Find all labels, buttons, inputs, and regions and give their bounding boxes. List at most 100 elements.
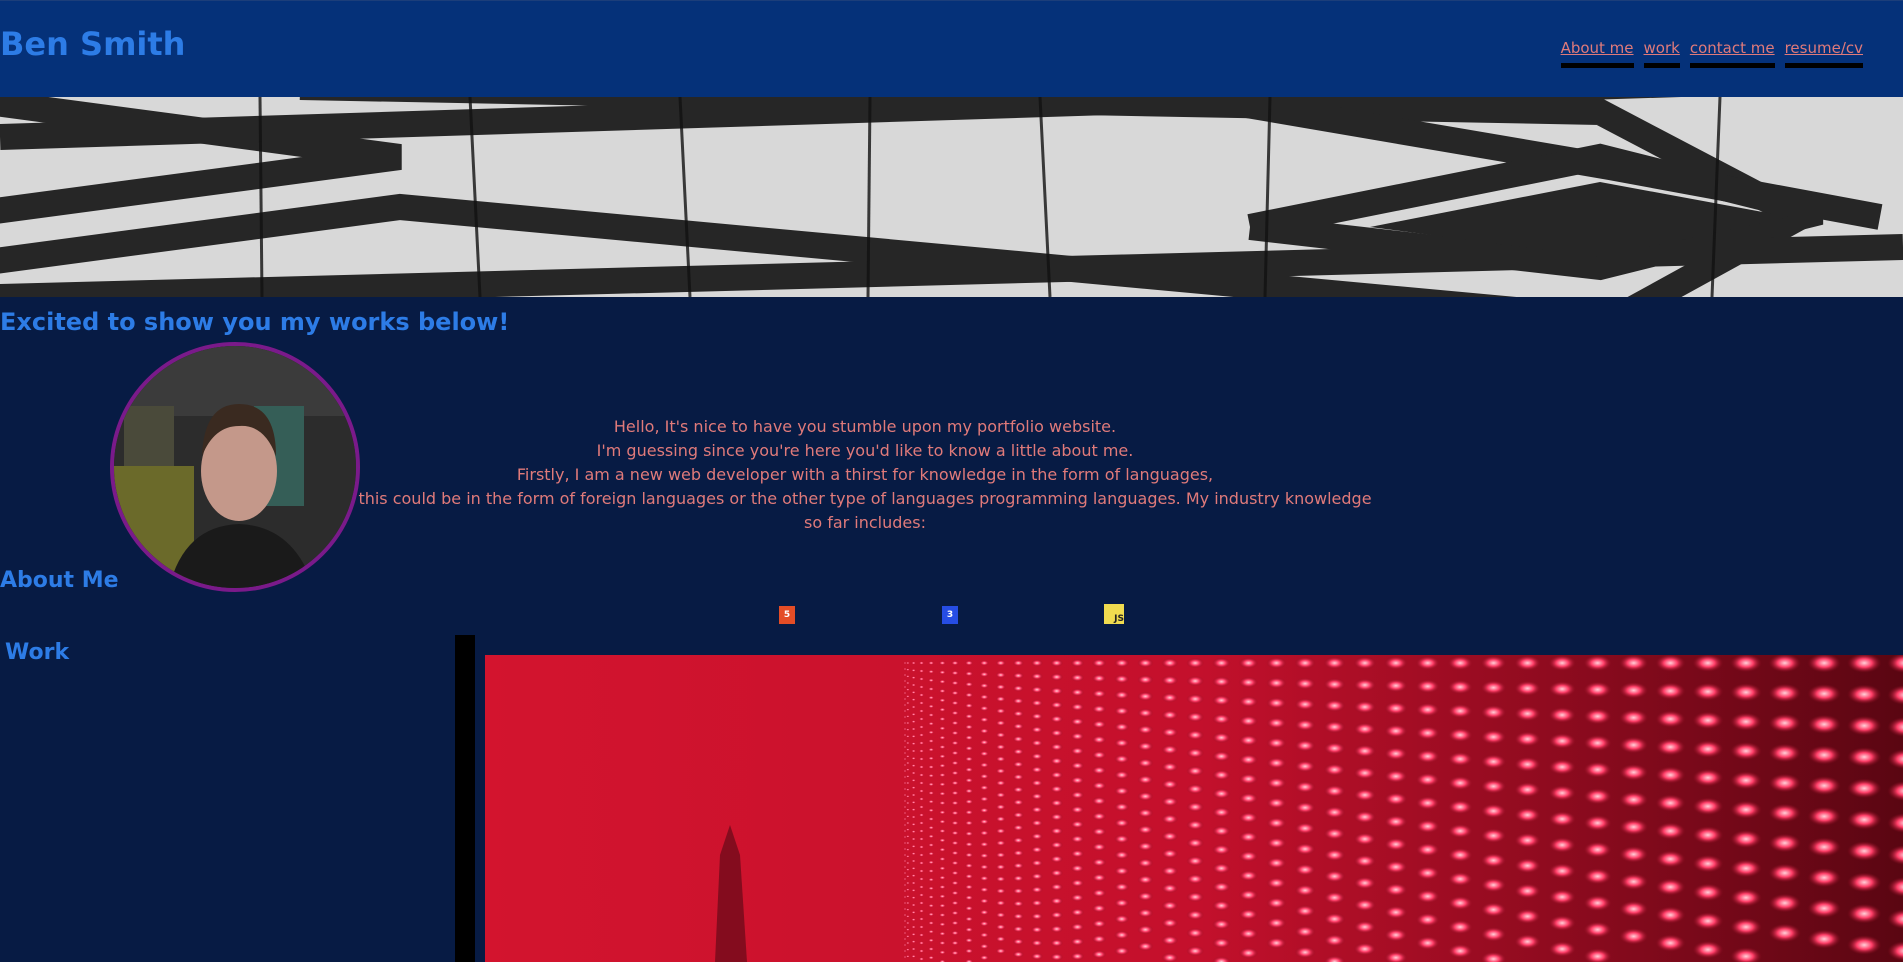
led-dot xyxy=(938,791,946,796)
led-dot xyxy=(1238,870,1259,882)
led-dot xyxy=(905,681,910,685)
led-dot xyxy=(911,668,916,672)
led-dot xyxy=(903,740,907,742)
led-dot xyxy=(964,788,974,794)
led-dot xyxy=(1030,766,1043,774)
led-dot xyxy=(1238,754,1259,766)
led-dot xyxy=(938,819,946,824)
led-dot xyxy=(938,903,946,908)
led-dot xyxy=(1480,729,1507,745)
led-dot xyxy=(1114,818,1130,828)
led-dot xyxy=(995,803,1006,811)
led-dot xyxy=(918,893,925,897)
led-dot xyxy=(964,735,974,741)
led-dot xyxy=(928,730,935,735)
led-dot xyxy=(1050,827,1064,835)
led-dot xyxy=(938,922,946,927)
work-project-image[interactable] xyxy=(485,655,1903,962)
led-dot xyxy=(1012,710,1024,717)
led-dot xyxy=(1548,941,1576,957)
led-dot xyxy=(938,670,946,675)
led-dot xyxy=(1583,868,1612,885)
led-dot xyxy=(1384,678,1408,693)
led-dot xyxy=(1692,940,1724,959)
led-dot xyxy=(1114,658,1130,668)
led-dot xyxy=(1692,883,1724,902)
led-dot xyxy=(1012,799,1024,806)
led-dot xyxy=(964,809,974,815)
led-dot xyxy=(928,747,935,752)
led-dot xyxy=(1091,812,1107,821)
led-dot xyxy=(905,728,910,731)
led-dot xyxy=(995,899,1006,907)
led-dot xyxy=(951,890,960,896)
led-dot xyxy=(903,884,907,886)
led-dot xyxy=(1323,656,1346,670)
led-dot xyxy=(1012,951,1024,958)
led-dot xyxy=(928,929,935,934)
led-dot xyxy=(903,710,907,712)
led-dot xyxy=(979,728,990,734)
led-dot xyxy=(1548,655,1576,671)
led-dot xyxy=(938,660,946,666)
led-dot xyxy=(1030,672,1043,680)
led-dot xyxy=(1030,832,1043,840)
led-dot xyxy=(979,909,990,916)
led-dot xyxy=(911,947,916,951)
nav-link-resume[interactable]: resume/cv xyxy=(1784,39,1863,68)
nav-link-contact[interactable]: contact me xyxy=(1689,39,1775,68)
led-dot xyxy=(911,896,916,900)
led-dot xyxy=(1692,682,1724,701)
led-dot xyxy=(1050,883,1064,891)
led-dot xyxy=(1655,878,1686,896)
led-dot xyxy=(918,877,925,881)
led-dot xyxy=(951,820,960,826)
led-dot xyxy=(1807,929,1841,949)
led-dot xyxy=(995,887,1006,895)
nav-link-work[interactable]: work xyxy=(1643,39,1680,68)
led-dot xyxy=(979,671,990,678)
led-dot xyxy=(905,828,910,831)
led-dot xyxy=(1323,848,1346,862)
led-dot xyxy=(1161,762,1179,772)
led-dot xyxy=(964,799,974,805)
led-dot xyxy=(938,847,946,852)
led-dot xyxy=(951,870,960,876)
led-dot xyxy=(938,800,946,806)
led-dot xyxy=(1161,727,1179,738)
led-dot xyxy=(938,782,946,787)
led-dot xyxy=(928,799,935,804)
led-dot xyxy=(1050,785,1064,793)
led-dot xyxy=(903,770,907,772)
led-dot xyxy=(1807,714,1841,734)
led-dot xyxy=(1353,854,1377,868)
led-dot xyxy=(1212,769,1231,781)
led-dot xyxy=(1480,852,1507,868)
led-dot xyxy=(911,698,916,702)
led-dot xyxy=(1447,799,1473,815)
about-intro: Hello, It's nice to have you stumble upo… xyxy=(355,415,1375,535)
led-dot xyxy=(1807,684,1841,704)
led-dot xyxy=(1384,905,1408,920)
led-dot xyxy=(905,928,910,931)
led-dot xyxy=(918,941,925,945)
led-dot xyxy=(903,830,907,832)
led-dot xyxy=(1137,691,1154,702)
led-dot xyxy=(1186,675,1205,687)
led-dot xyxy=(1384,769,1408,784)
led-dot xyxy=(951,670,960,676)
led-dot xyxy=(1514,883,1541,899)
led-dot xyxy=(1137,824,1154,835)
led-dot xyxy=(1050,757,1064,765)
led-dot xyxy=(1070,849,1085,858)
led-dot xyxy=(1030,712,1043,720)
nav-link-about[interactable]: About me xyxy=(1560,39,1634,68)
led-dot xyxy=(1847,841,1882,861)
led-dot xyxy=(918,949,925,953)
led-dot xyxy=(1012,925,1024,933)
led-dot xyxy=(1050,701,1064,709)
led-dot xyxy=(1847,747,1882,767)
led-dot xyxy=(1730,741,1762,761)
led-dot xyxy=(964,703,974,709)
led-dot xyxy=(1161,866,1179,876)
